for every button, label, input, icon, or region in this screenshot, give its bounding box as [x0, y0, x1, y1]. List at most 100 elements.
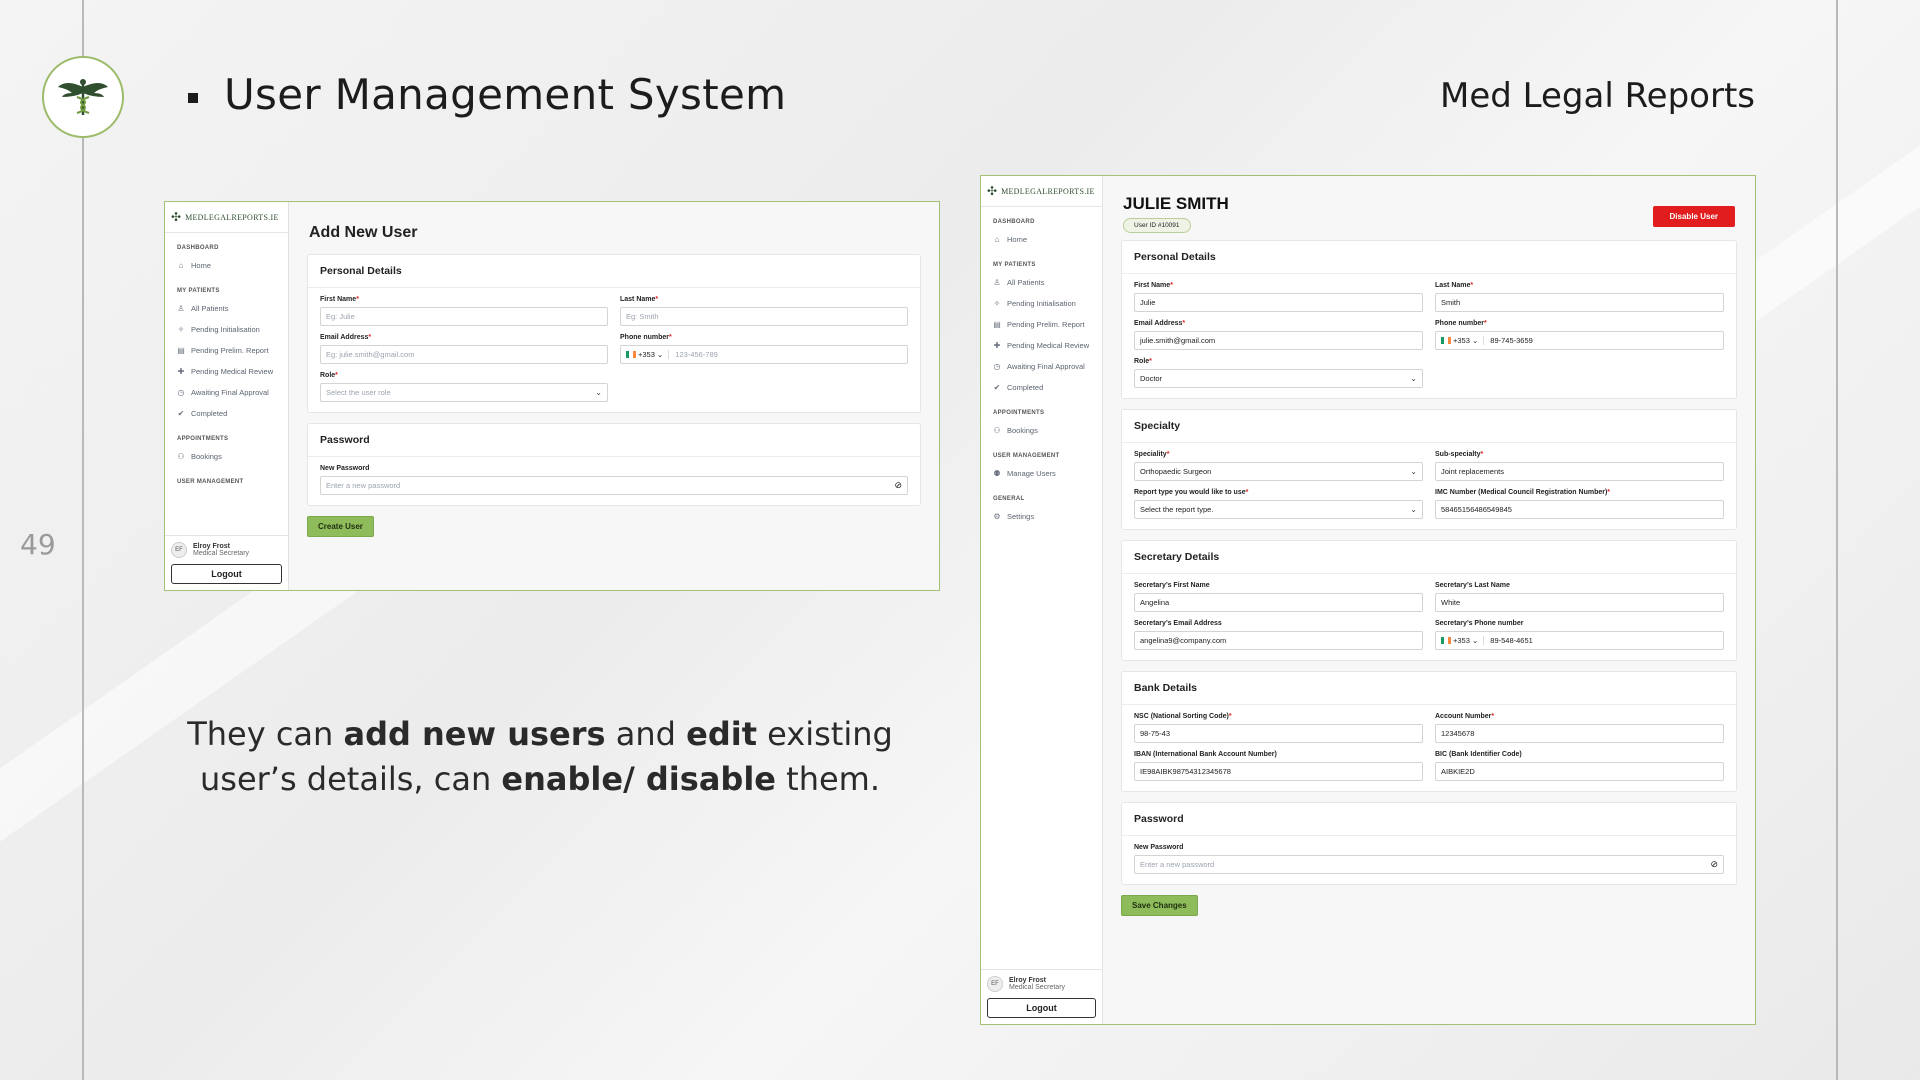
chevron-down-icon: ⌄ — [595, 388, 602, 397]
page-title: Add New User — [309, 224, 418, 241]
new-password-input[interactable]: Enter a new password ⊘ — [1134, 855, 1724, 874]
sidebar-item-pending-initialisation[interactable]: ✧ Pending Initialisation — [165, 319, 288, 340]
sidebar-item-pending-prelim-report[interactable]: ▤ Pending Prelim. Report — [981, 314, 1102, 335]
password-card: Password New Password Enter a new passwor… — [1121, 802, 1737, 885]
user-role: Medical Secretary — [1009, 984, 1066, 991]
sidebar-section-title: GENERAL — [993, 496, 1025, 502]
create-user-button[interactable]: Create User — [307, 516, 374, 537]
field-label: New Password — [320, 465, 370, 472]
field-label: Report type you would like to use — [1134, 489, 1246, 496]
role-select[interactable]: Select the user role ⌄ — [320, 383, 608, 402]
password-placeholder: Enter a new password — [326, 481, 401, 490]
caduceus-logo — [42, 56, 124, 138]
ireland-flag-icon — [626, 351, 636, 358]
gear-icon: ⚙ — [993, 511, 1001, 521]
account-number-input[interactable]: 12345678 — [1435, 724, 1724, 743]
avatar: EF — [171, 542, 187, 558]
sidebar-item-home[interactable]: ⌂ Home — [981, 229, 1102, 250]
sidebar-item-awaiting-final-approval[interactable]: ◷ Awaiting Final Approval — [165, 382, 288, 403]
country-code-select[interactable]: +353 ⌄ — [1441, 336, 1485, 345]
first-name-input[interactable]: Eg: Julie — [320, 307, 608, 326]
phone-value: 89-745-3659 — [1490, 336, 1533, 345]
document-icon: ▤ — [177, 345, 185, 355]
section-title: Bank Details — [1122, 672, 1736, 705]
speciality-select[interactable]: Orthopaedic Surgeon ⌄ — [1134, 462, 1423, 481]
logout-button[interactable]: Logout — [987, 998, 1096, 1018]
user-full-name: JULIE SMITH — [1123, 194, 1229, 213]
secretary-email-input[interactable]: angelina9@company.com — [1134, 631, 1423, 650]
caduceus-icon: ✣ — [171, 210, 182, 224]
country-code-select[interactable]: +353 ⌄ — [626, 350, 670, 359]
field-label: New Password — [1134, 844, 1184, 851]
sidebar-item-pending-medical-review[interactable]: ✚ Pending Medical Review — [165, 361, 288, 382]
sidebar-item-manage-users[interactable]: ⚉ Manage Users — [981, 463, 1102, 484]
sidebar-item-label: Pending Initialisation — [191, 325, 260, 334]
field-label: Phone number — [1435, 320, 1485, 327]
secretary-phone-input[interactable]: +353 ⌄ 89-548-4651 — [1435, 631, 1724, 650]
first-name-input[interactable]: Julie — [1134, 293, 1423, 312]
section-title: Personal Details — [1122, 241, 1736, 274]
sidebar-item-pending-prelim-report[interactable]: ▤ Pending Prelim. Report — [165, 340, 288, 361]
field-label: NSC (National Sorting Code) — [1134, 713, 1229, 720]
check-circle-icon: ✔ — [993, 382, 1001, 392]
sidebar-item-completed[interactable]: ✔ Completed — [165, 403, 288, 424]
sidebar-item-bookings[interactable]: ⚇ Bookings — [165, 446, 288, 467]
bic-input[interactable]: AIBKIE2D — [1435, 762, 1724, 781]
email-input[interactable]: julie.smith@gmail.com — [1134, 331, 1423, 350]
ireland-flag-icon — [1441, 637, 1451, 644]
section-title: Secretary Details — [1122, 541, 1736, 574]
chevron-down-icon: ⌄ — [1410, 374, 1417, 383]
field-label: Secretary’s Email Address — [1134, 620, 1222, 627]
sidebar-item-pending-initialisation[interactable]: ✧ Pending Initialisation — [981, 293, 1102, 314]
eye-off-icon[interactable]: ⊘ — [894, 480, 902, 491]
eye-off-icon[interactable]: ⊘ — [1710, 859, 1718, 870]
imc-number-input[interactable]: 58465156486549845 — [1435, 500, 1724, 519]
role-select[interactable]: Doctor ⌄ — [1134, 369, 1423, 388]
sidebar-item-label: All Patients — [191, 304, 229, 313]
country-code: +353 — [1453, 636, 1470, 645]
sidebar-item-all-patients[interactable]: ♙ All Patients — [165, 298, 288, 319]
report-type-select[interactable]: Select the report type. ⌄ — [1134, 500, 1423, 519]
role-placeholder: Select the user role — [326, 388, 391, 397]
check-circle-icon: ✔ — [177, 408, 185, 418]
secretary-first-name-input[interactable]: Angelina — [1134, 593, 1423, 612]
left-divider-line — [82, 0, 84, 1080]
iban-input[interactable]: IE98AIBK98754312345678 — [1134, 762, 1423, 781]
last-name-input[interactable]: Smith — [1435, 293, 1724, 312]
nsc-input[interactable]: 98-75-43 — [1134, 724, 1423, 743]
sidebar-section-title: APPOINTMENTS — [177, 436, 229, 442]
phone-value: 89-548-4651 — [1490, 636, 1533, 645]
personal-details-card: Personal Details First Name* Julie Last N… — [1121, 240, 1737, 399]
field-label: IBAN (International Bank Account Number) — [1134, 751, 1277, 758]
sidebar-item-bookings[interactable]: ⚇ Bookings — [981, 420, 1102, 441]
page-number: 49 — [20, 528, 56, 561]
last-name-input[interactable]: Eg: Smith — [620, 307, 908, 326]
edit-user-screenshot: ✣ MEDLEGALREPORTS.IE DASHBOARD ⌂ Home MY … — [980, 175, 1756, 1025]
phone-input[interactable]: +353 ⌄ 89-745-3659 — [1435, 331, 1724, 350]
sidebar-item-home[interactable]: ⌂ Home — [165, 255, 288, 276]
sidebar-item-completed[interactable]: ✔ Completed — [981, 377, 1102, 398]
country-code-select[interactable]: +353 ⌄ — [1441, 636, 1485, 645]
sub-specialty-input[interactable]: Joint replacements — [1435, 462, 1724, 481]
ireland-flag-icon — [1441, 337, 1451, 344]
phone-input[interactable]: +353 ⌄ 123-456-789 — [620, 345, 908, 364]
new-password-input[interactable]: Enter a new password ⊘ — [320, 476, 908, 495]
sidebar-item-label: Home — [1007, 235, 1028, 244]
save-changes-button[interactable]: Save Changes — [1121, 895, 1198, 916]
sidebar-item-settings[interactable]: ⚙ Settings — [981, 506, 1102, 527]
home-icon: ⌂ — [994, 234, 1000, 244]
field-label: Last Name — [1435, 282, 1471, 289]
logout-button[interactable]: Logout — [171, 564, 282, 584]
sidebar-item-pending-medical-review[interactable]: ✚ Pending Medical Review — [981, 335, 1102, 356]
field-label: Email Address — [1134, 320, 1183, 327]
disable-user-button[interactable]: Disable User — [1652, 206, 1735, 227]
patients-icon: ♙ — [993, 277, 1001, 287]
right-divider-line — [1836, 0, 1838, 1080]
sidebar-item-all-patients[interactable]: ♙ All Patients — [981, 272, 1102, 293]
field-label: BIC (Bank Identifier Code) — [1435, 751, 1522, 758]
sidebar-item-awaiting-final-approval[interactable]: ◷ Awaiting Final Approval — [981, 356, 1102, 377]
sidebar-section-title: MY PATIENTS — [177, 288, 220, 294]
field-label: Email Address — [320, 334, 369, 341]
secretary-last-name-input[interactable]: White — [1435, 593, 1724, 612]
email-input[interactable]: Eg: julie.smith@gmail.com — [320, 345, 608, 364]
